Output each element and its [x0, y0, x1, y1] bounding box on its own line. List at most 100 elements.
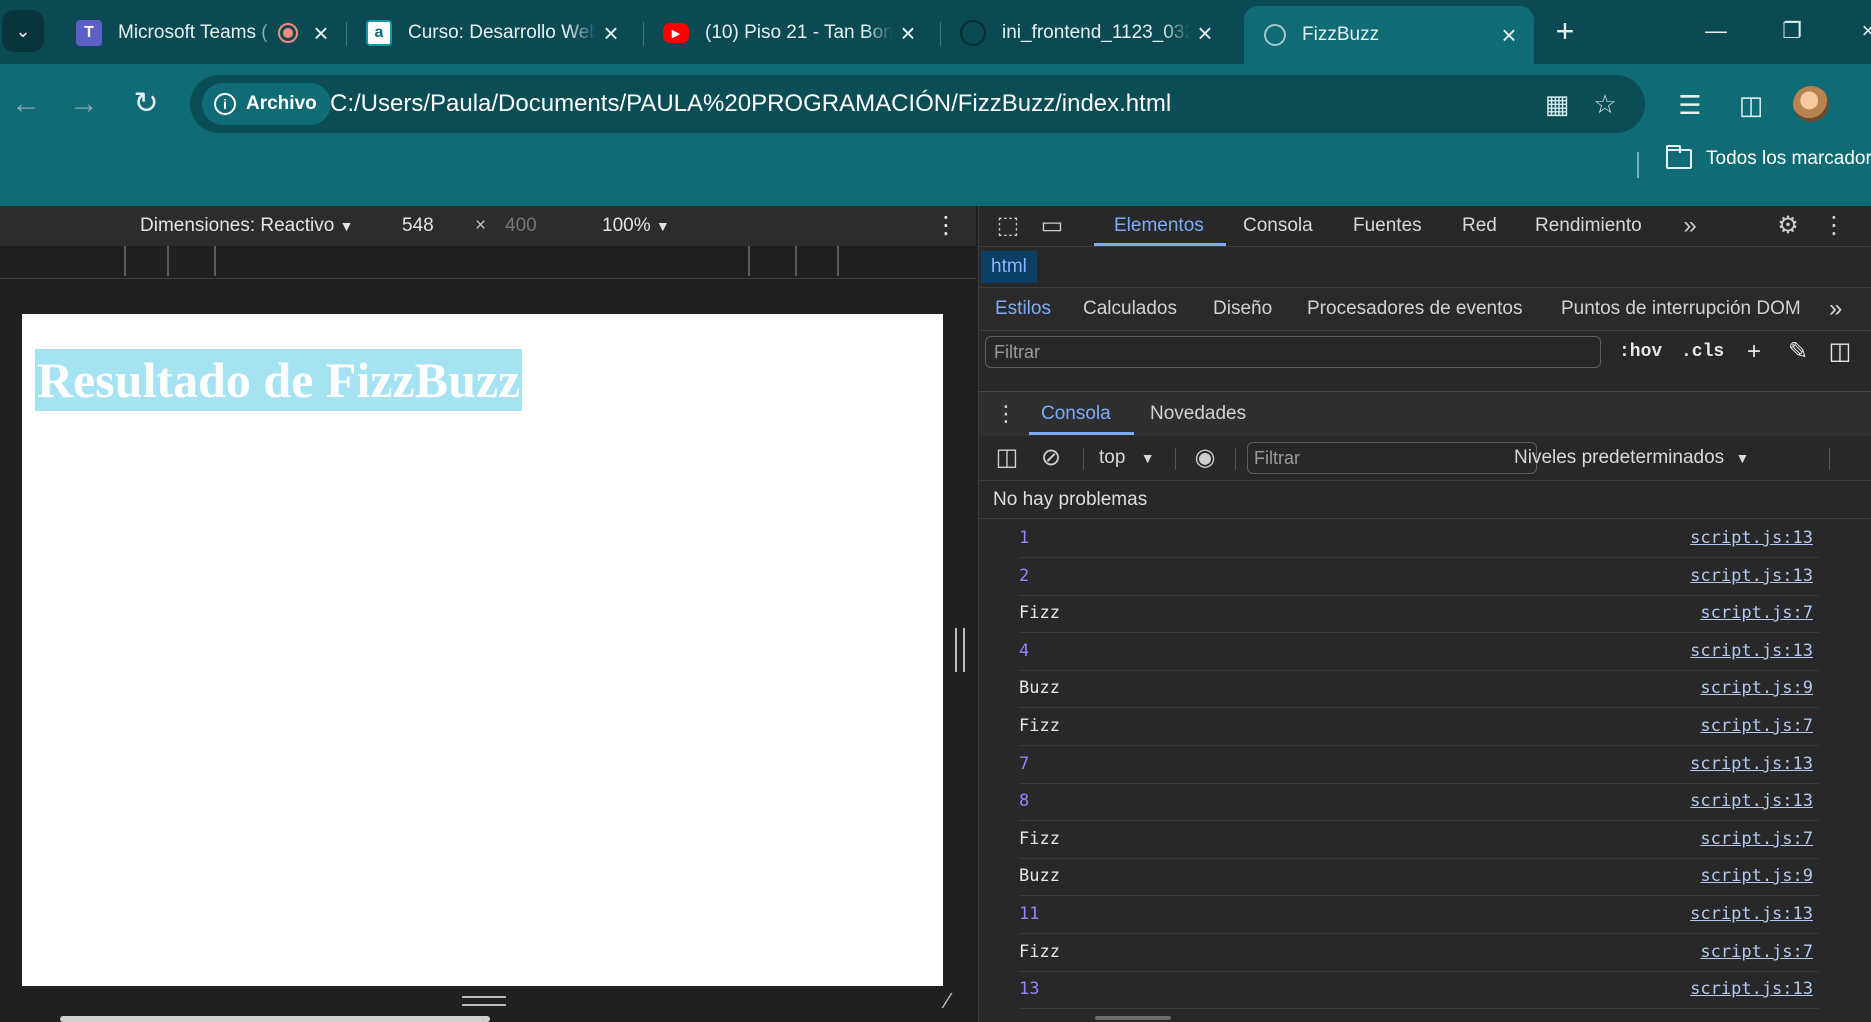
clear-console-icon[interactable]: ⊘ [1035, 442, 1067, 474]
close-tab-icon[interactable]: × [306, 18, 336, 49]
ruler-tick [837, 246, 839, 276]
translate-icon[interactable]: ▦ [1540, 87, 1574, 121]
console-log-source-link[interactable]: script.js:13 [1690, 971, 1813, 1008]
console-log-source-link[interactable]: script.js:13 [1690, 896, 1813, 933]
console-log-source-link[interactable]: script.js:7 [1700, 708, 1813, 745]
styles-filter-input[interactable] [985, 336, 1601, 368]
more-options-icon[interactable]: ⋮ [1817, 206, 1851, 246]
tab-course[interactable]: a Curso: Desarrollo Web × [346, 10, 636, 56]
console-log-row: Fizz script.js:7 [1019, 934, 1819, 972]
console-toolbar: ◫ ⊘ top ▼ Niveles predeterminados ▼ [979, 436, 1871, 481]
tab-search-chevron-icon[interactable]: ⌄ [2, 10, 44, 52]
width-input[interactable]: 548 [402, 206, 434, 246]
youtube-icon: ▶ [663, 23, 689, 43]
teams-icon: T [76, 20, 102, 46]
tab-console[interactable]: Consola [1243, 206, 1313, 246]
forward-arrow-icon[interactable]: → [64, 84, 104, 124]
close-window-icon[interactable]: × [1838, 8, 1871, 54]
toolbar-divider [1083, 448, 1084, 470]
toggle-sidebar-icon[interactable]: ◫ [1825, 336, 1855, 368]
drawer-menu-icon[interactable]: ⋮ [995, 392, 1017, 436]
hov-toggle[interactable]: :hov [1619, 336, 1662, 368]
cls-toggle[interactable]: .cls [1681, 336, 1724, 368]
context-selector[interactable]: top ▼ [1099, 436, 1155, 480]
tab-computed[interactable]: Calculados [1083, 288, 1177, 330]
site-info-chip[interactable]: i Archivo [202, 83, 331, 125]
console-log-source-link[interactable]: script.js:7 [1700, 821, 1813, 858]
paint-brush-icon[interactable]: ✎ [1783, 336, 1813, 368]
tab-sources[interactable]: Fuentes [1353, 206, 1422, 246]
console-messages: 1 script.js:13 2 script.js:13 Fizz script.js:… [979, 520, 1871, 1022]
tab-styles[interactable]: Estilos [995, 288, 1051, 330]
close-tab-icon[interactable]: × [596, 18, 626, 49]
close-tab-icon[interactable]: × [1190, 18, 1220, 49]
settings-gear-icon[interactable]: ⚙ [1771, 206, 1805, 246]
tab-elements[interactable]: Elementos [1114, 206, 1204, 246]
device-toolbar-toggle-icon[interactable]: ▭ [1035, 206, 1069, 246]
tab-youtube[interactable]: ▶ (10) Piso 21 - Tan Bonita × [643, 10, 933, 56]
reload-icon[interactable]: ↻ [126, 84, 166, 124]
media-queue-icon[interactable]: ☰ [1670, 85, 1710, 125]
ruler-tick [795, 246, 797, 276]
more-tabs-chevron-icon[interactable]: » [1673, 206, 1707, 246]
active-tab-underline [1094, 243, 1226, 246]
tab-teams[interactable]: T Microsoft Teams ( × [56, 10, 346, 56]
more-subtabs-chevron-icon[interactable]: » [1829, 288, 1842, 330]
log-levels-dropdown[interactable]: Niveles predeterminados ▼ [1514, 436, 1749, 480]
tab-dom-breakpoints[interactable]: Puntos de interrupción DOM [1561, 288, 1801, 330]
side-panel-icon[interactable]: ◫ [1731, 85, 1771, 125]
restore-icon[interactable]: ❐ [1762, 8, 1822, 54]
console-log-message: 2 [1019, 566, 1030, 586]
new-tab-button[interactable]: + [1548, 14, 1582, 48]
profile-avatar[interactable] [1793, 86, 1829, 122]
drawer-tab-whats-new[interactable]: Novedades [1150, 392, 1246, 436]
console-log-source-link[interactable]: script.js:13 [1690, 783, 1813, 820]
dimensions-dropdown[interactable]: Dimensiones: Reactivo ▼ [140, 206, 353, 246]
more-options-icon[interactable]: ⋮ [934, 206, 958, 246]
inspect-element-icon[interactable]: ⬚ [991, 206, 1025, 246]
console-horizontal-scrollbar[interactable] [1095, 1016, 1171, 1020]
console-log-source-link[interactable]: script.js:13 [1690, 633, 1813, 670]
breadcrumb-html[interactable]: html [981, 251, 1037, 283]
resize-handle-bottom[interactable] [462, 996, 506, 1006]
console-log-source-link[interactable]: script.js:7 [1700, 595, 1813, 632]
resize-handle-right[interactable] [955, 628, 965, 672]
minimize-icon[interactable]: — [1686, 8, 1746, 54]
bookmark-star-icon[interactable]: ☆ [1588, 87, 1622, 121]
height-input[interactable]: 400 [505, 206, 537, 246]
console-log-source-link[interactable]: script.js:13 [1690, 558, 1813, 595]
console-log-message: 7 [1019, 754, 1030, 774]
tab-title: Microsoft Teams ( [118, 22, 268, 43]
resize-corner-icon[interactable]: ∕ [946, 990, 968, 1012]
devtools-main-tabs: ⬚ ▭ Elementos Consola Fuentes Red Rendim… [979, 206, 1871, 247]
page-viewport[interactable]: Resultado de FizzBuzz [22, 314, 943, 986]
console-log-message: 11 [1019, 904, 1040, 924]
close-tab-icon[interactable]: × [1494, 20, 1524, 51]
all-bookmarks-button[interactable]: Todos los marcadores [1666, 145, 1871, 170]
tab-github[interactable]: ini_frontend_1123_0324 × [940, 10, 1230, 56]
address-bar[interactable]: i Archivo C:/Users/Paula/Documents/PAULA… [190, 75, 1645, 133]
console-log-source-link[interactable]: script.js:13 [1690, 746, 1813, 783]
back-arrow-icon[interactable]: ← [6, 84, 46, 124]
console-log-source-link[interactable]: script.js:9 [1700, 858, 1813, 895]
horizontal-scrollbar[interactable] [60, 1016, 490, 1022]
close-tab-icon[interactable]: × [893, 18, 923, 49]
url-text[interactable]: C:/Users/Paula/Documents/PAULA%20PROGRAM… [330, 75, 1171, 133]
console-filter-input[interactable] [1247, 442, 1537, 474]
tab-fizzbuzz-active[interactable]: FizzBuzz × [1244, 6, 1534, 64]
recording-icon [278, 23, 298, 43]
tab-network[interactable]: Red [1462, 206, 1497, 246]
tab-event-listeners[interactable]: Procesadores de eventos [1307, 288, 1522, 330]
zoom-dropdown[interactable]: 100% ▼ [602, 206, 670, 246]
console-log-source-link[interactable]: script.js:13 [1690, 520, 1813, 557]
log-levels-label: Niveles predeterminados [1514, 447, 1725, 468]
live-expression-eye-icon[interactable]: ◉ [1189, 442, 1221, 474]
console-log-source-link[interactable]: script.js:7 [1700, 934, 1813, 971]
console-log-source-link[interactable]: script.js:9 [1700, 670, 1813, 707]
tab-layout[interactable]: Diseño [1213, 288, 1272, 330]
add-rule-icon[interactable]: + [1739, 336, 1769, 368]
show-sidebar-icon[interactable]: ◫ [991, 442, 1023, 474]
drawer-tab-console[interactable]: Consola [1041, 392, 1111, 436]
tab-performance[interactable]: Rendimiento [1535, 206, 1642, 246]
console-log-message: Fizz [1019, 716, 1060, 736]
